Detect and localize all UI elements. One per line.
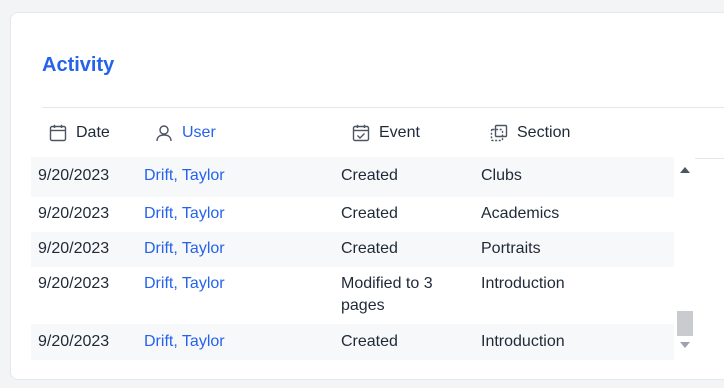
header-divider-top	[42, 107, 724, 108]
row-date: 9/20/2023	[38, 167, 110, 184]
row-user-link[interactable]: Drift, Taylor	[144, 165, 225, 187]
table-row[interactable]: 9/20/2023 Drift, Taylor Created Introduc…	[31, 324, 674, 360]
row-section: Academics	[481, 205, 560, 222]
row-section: Portraits	[481, 240, 541, 257]
row-date: 9/20/2023	[38, 205, 110, 222]
column-header-section[interactable]: Section	[489, 121, 570, 145]
row-event: Modified to 3 pages	[341, 275, 433, 314]
table-row[interactable]: 9/20/2023 Drift, Taylor Created Portrait…	[31, 232, 674, 267]
row-user-link[interactable]: Drift, Taylor	[144, 273, 225, 295]
activity-table-body[interactable]: 9/20/2023 Drift, Taylor Created Clubs 9/…	[31, 157, 695, 360]
row-event: Created	[341, 333, 398, 350]
activity-title: Activity	[42, 54, 115, 76]
user-icon	[154, 123, 174, 143]
scroll-down-arrow-icon[interactable]	[680, 342, 690, 348]
table-row[interactable]: 9/20/2023 Drift, Taylor Created Clubs	[31, 157, 674, 197]
column-header-user-label: User	[182, 124, 216, 141]
section-icon	[489, 123, 509, 143]
row-user-link[interactable]: Drift, Taylor	[144, 203, 225, 225]
scrollbar-thumb[interactable]	[677, 311, 693, 336]
row-user-link[interactable]: Drift, Taylor	[144, 331, 225, 353]
calendar-icon	[48, 123, 68, 143]
column-header-date[interactable]: Date	[48, 121, 110, 145]
table-row[interactable]: 9/20/2023 Drift, Taylor Created Academic…	[31, 197, 674, 232]
row-section: Clubs	[481, 167, 522, 184]
row-date: 9/20/2023	[38, 275, 110, 292]
table-row[interactable]: 9/20/2023 Drift, Taylor Modified to 3 pa…	[31, 267, 674, 324]
row-date: 9/20/2023	[38, 333, 110, 350]
row-event: Created	[341, 205, 398, 222]
row-event: Created	[341, 240, 398, 257]
calendar-check-icon	[351, 123, 371, 143]
row-section: Introduction	[481, 333, 565, 350]
column-header-user[interactable]: User	[154, 121, 216, 145]
column-header-event[interactable]: Event	[351, 121, 420, 145]
column-header-date-label: Date	[76, 124, 110, 141]
row-section: Introduction	[481, 275, 565, 292]
column-header-section-label: Section	[517, 124, 571, 141]
row-event: Created	[341, 167, 398, 184]
row-user-link[interactable]: Drift, Taylor	[144, 238, 225, 260]
column-header-event-label: Event	[379, 124, 420, 141]
row-date: 9/20/2023	[38, 240, 110, 257]
vertical-scrollbar[interactable]	[674, 157, 695, 360]
scroll-up-arrow-icon[interactable]	[680, 167, 690, 173]
